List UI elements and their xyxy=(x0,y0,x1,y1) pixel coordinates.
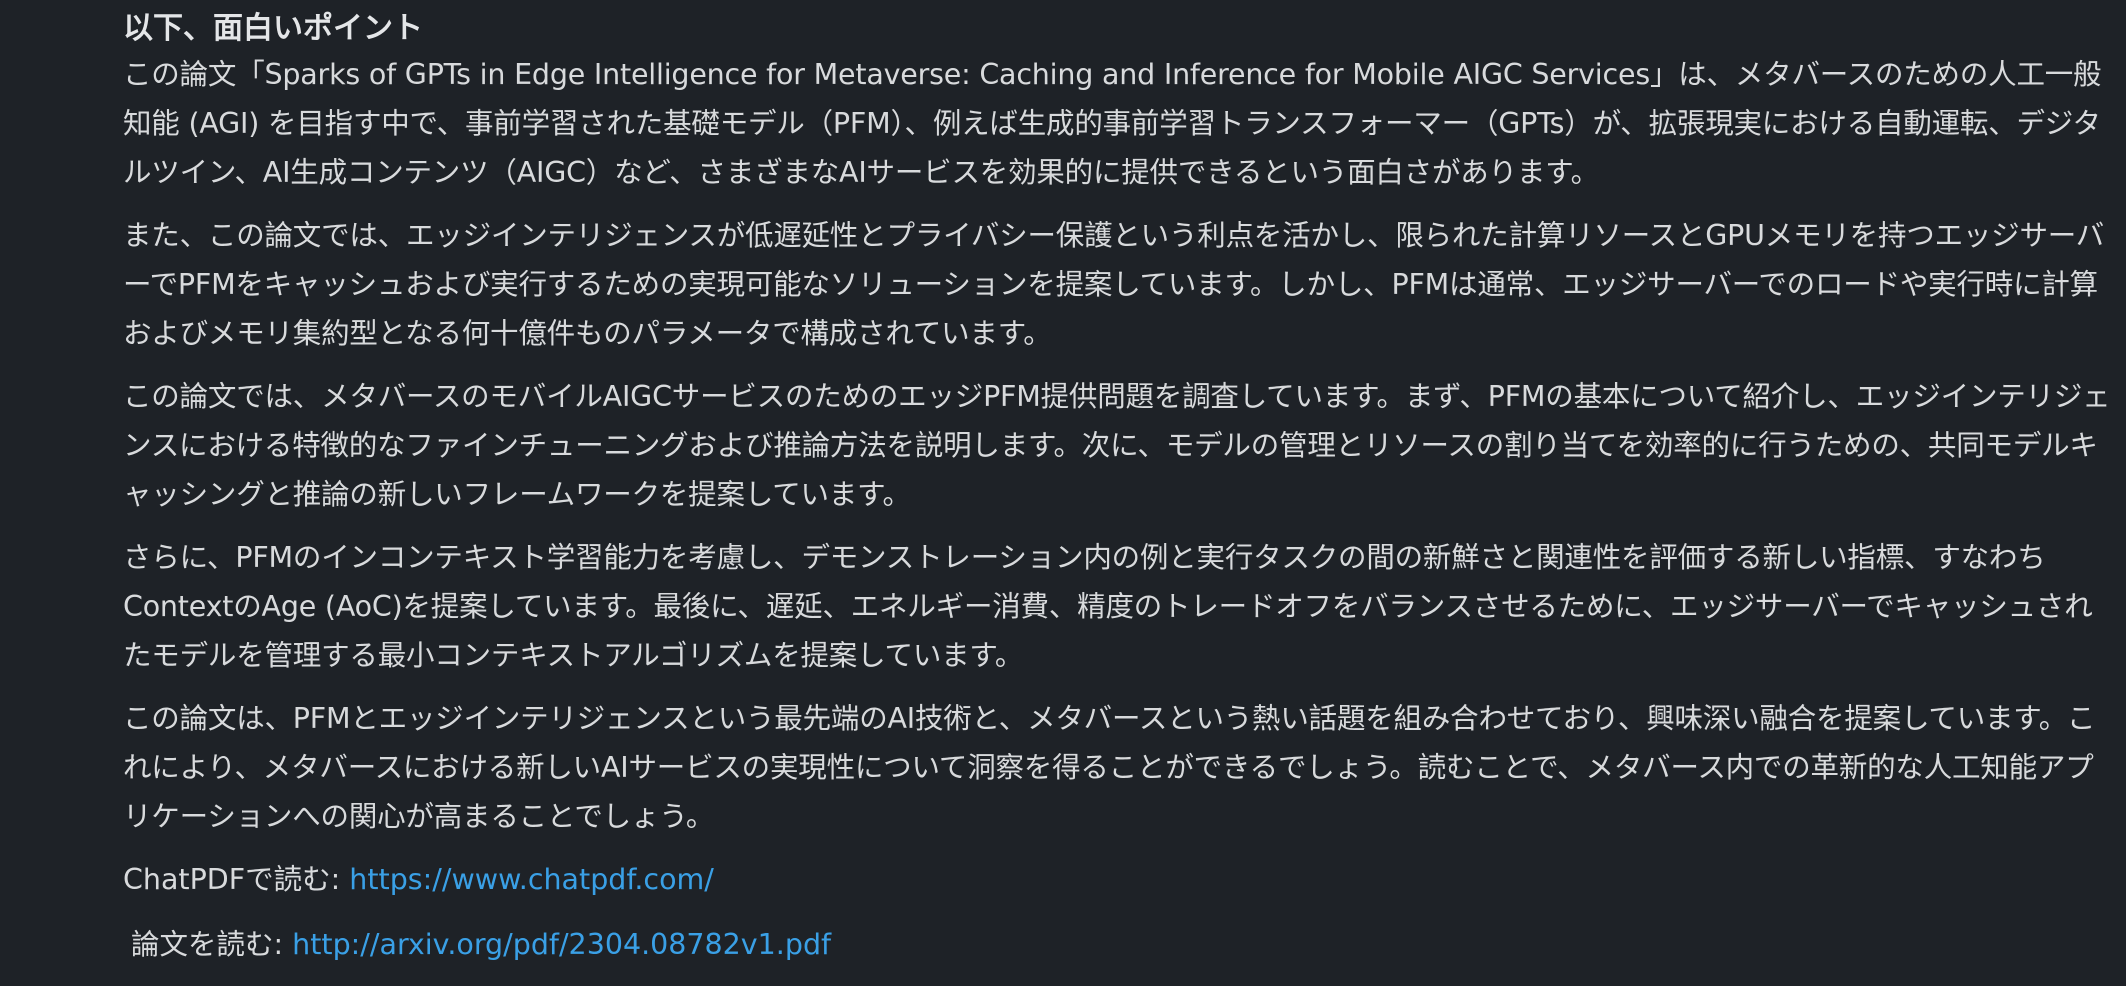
paragraph-5: この論文は、PFMとエッジインテリジェンスという最先端のAI技術と、メタバースと… xyxy=(123,702,2096,833)
message-body: 以下、面白いポイント この論文「Sparks of GPTs in Edge I… xyxy=(123,8,2118,985)
paragraph-3: この論文では、メタバースのモバイルAIGCサービスのためのエッジPFM提供問題を… xyxy=(123,380,2111,511)
paper-line: 論文を読む: http://arxiv.org/pdf/2304.08782v1… xyxy=(123,920,2118,969)
chatpdf-line: ChatPDFで読む: https://www.chatpdf.com/ xyxy=(123,855,2118,904)
paragraph-4: さらに、PFMのインコンテキスト学習能力を考慮し、デモンストレーション内の例と実… xyxy=(123,541,2093,672)
message-heading: 以下、面白いポイント xyxy=(123,11,423,46)
paper-link[interactable]: http://arxiv.org/pdf/2304.08782v1.pdf xyxy=(292,928,831,961)
paragraph-2: また、この論文では、エッジインテリジェンスが低遅延性とプライバシー保護という利点… xyxy=(123,219,2105,350)
chatpdf-label: ChatPDFで読む: xyxy=(123,863,350,896)
chatpdf-link[interactable]: https://www.chatpdf.com/ xyxy=(349,863,714,896)
paragraph-1: この論文「Sparks of GPTs in Edge Intelligence… xyxy=(123,58,2102,189)
paper-label: 論文を読む: xyxy=(131,928,293,961)
